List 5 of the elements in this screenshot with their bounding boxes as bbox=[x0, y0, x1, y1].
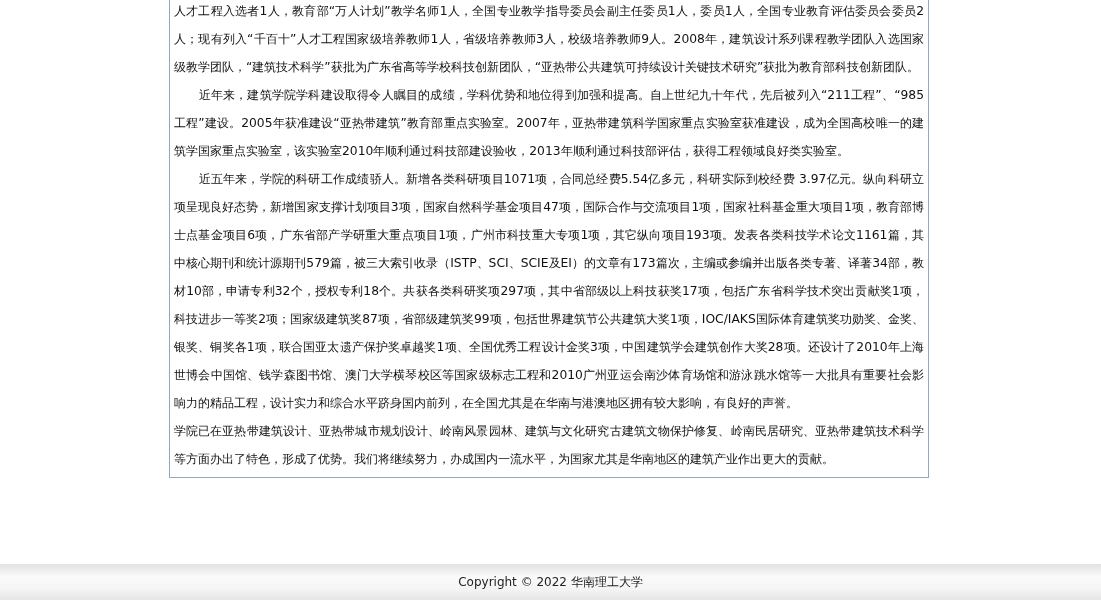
body-paragraph: 近五年来，学院的科研工作成绩骄人。新增各类科研项目1071项，合同总经费5.54亿多元，科研实际到校经费 3.97亿元。纵向科研立项呈现良好态势，新增国家支撑计划项目3项，国家自然科学基金项目47项，国际合作与交流项目1项，国家社科基金重大项目1项，教育部博士点基金项目6项，广东省部产学研重大重点项目1项，广州市科技重大专项1项，其它纵向项目193项。发表各类科技学术论文1161篇，其中核心期刊和统计源期刊579篇，被三大索引收录（ISTP、SCI、SCIE及EI）的文章有173篇次，主编或参编并出版各类专著、译著34部，教材10部，申请专利32个，授权专利18个。共获各类科研奖项297项，其中省部级以上科技获奖17项，包括广东省科学技术突出贡献奖1项，科技进步一等奖2项；国家级建筑奖87项，省部级建筑奖99项，包括世界建筑节公共建筑大奖1项，IOC/IAKS国际体育建筑奖功勋奖、金奖、银奖、铜奖各1项，联合国亚太遗产保护奖卓越奖1项、全国优秀工程设计金奖3项，中国建筑学会建筑创作大奖28项。还设计了2010年上海世博会中国馆、钱学森图书馆、澳门大学横琴校区等国家级标志工程和2010广州亚运会南沙体育场馆和游泳跳水馆等一大批具有重要社会影响力的精品工程，设计实力和综合水平跻身国内前列，在全国尤其是在华南与港澳地区拥有较大影响，有良好的声誉。 bbox=[174, 171, 924, 412]
body-paragraph: 近年来，建筑学院学科建设取得令人瞩目的成绩，学科优势和地位得到加强和提高。自上世纪九十年代，先后被列入“211工程”、“985工程”建设。2005年获准建设“亚热带建筑”教育部重点实验室。2007年，亚热带建筑科学国家重点实验室获准建设，成为全国高校唯一的建筑学国家重点实验室，该实验室2010年顺利通过科技部建设验收，2013年顺利通过科技部评估，获得工程领域良好类实验室。 bbox=[174, 87, 924, 160]
body-paragraph: 学院已在亚热带建筑设计、亚热带城市规划设计、岭南风景园林、建筑与文化研究古建筑文物保护修复、岭南民居研究、亚热带建筑技术科学等方面办出了特色，形成了优势。我们将继续努力，办成国内一流水平，为国家尤其是华南地区的建筑产业作出更大的贡献。 bbox=[174, 423, 924, 468]
copyright-text: Copyright © 2022 华南理工大学 bbox=[458, 573, 643, 591]
body-paragraph: 人才工程入选者1人，教育部“万人计划”教学名师1人，全国专业教学指导委员会副主任委员1人，委员1人，全国专业教育评估委员会委员2人；现有列入“千百十”人才工程国家级培养教师1人，省级培养教师3人，校级培养教师9人。2008年，建筑设计系列课程教学团队入选国家级教学团队，“建筑技术科学”获批为广东省高等学校科技创新团队，“亚热带公共建筑可持续设计关键技术研究”获批为教育部科技创新团队。 bbox=[174, 3, 924, 76]
